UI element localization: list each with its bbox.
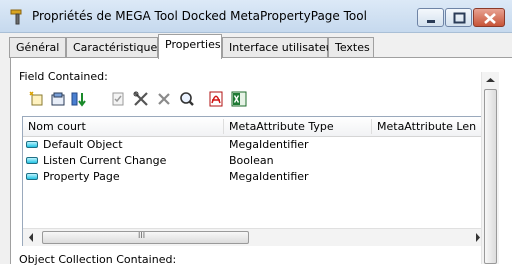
- column-header-nom-court[interactable]: Nom court: [28, 120, 86, 133]
- row-name: Property Page: [43, 170, 120, 183]
- tab-label: Général: [16, 41, 60, 54]
- column-header-metaattribute-length[interactable]: MetaAttribute Len: [377, 120, 476, 133]
- horizontal-scroll-thumb[interactable]: III: [42, 231, 249, 244]
- field-contained-list[interactable]: Nom court MetaAttribute Type MetaAttribu…: [22, 116, 487, 246]
- table-row[interactable]: Default Object MegaIdentifier: [23, 137, 486, 153]
- new-icon[interactable]: [27, 90, 45, 108]
- scroll-grip: III: [138, 231, 146, 240]
- tab-general[interactable]: Général: [9, 37, 66, 57]
- properties-panel: Field Contained: Nom court MetaAttribute…: [10, 58, 512, 266]
- minimize-icon: [427, 20, 435, 23]
- table-row[interactable]: Listen Current Change Boolean: [23, 153, 486, 169]
- row-name: Default Object: [43, 138, 123, 151]
- title-bar[interactable]: Propriétés de MEGA Tool Docked MetaPrope…: [0, 0, 512, 33]
- tab-label: Caractéristiques: [73, 41, 163, 54]
- vertical-scroll-thumb[interactable]: [484, 89, 497, 264]
- list-header: Nom court MetaAttribute Type MetaAttribu…: [23, 117, 486, 137]
- column-divider[interactable]: [223, 119, 224, 134]
- window-title: Propriétés de MEGA Tool Docked MetaPrope…: [32, 9, 367, 23]
- tools-icon[interactable]: [132, 90, 150, 108]
- tab-textes[interactable]: Textes: [328, 37, 374, 57]
- table-row[interactable]: Property Page MegaIdentifier: [23, 169, 486, 185]
- tab-strip: Général Caractéristiques Properties Inte…: [0, 34, 512, 59]
- tab-interface-utilisateur[interactable]: Interface utilisateur: [222, 37, 337, 57]
- maximize-icon: [453, 12, 466, 24]
- close-icon: [484, 13, 496, 24]
- tool-icon: [10, 9, 22, 25]
- minimize-button[interactable]: [417, 8, 444, 27]
- field-contained-label: Field Contained:: [19, 70, 108, 83]
- tab-label: Textes: [335, 41, 370, 54]
- scroll-left-icon[interactable]: [23, 229, 40, 246]
- reorder-icon[interactable]: [69, 90, 87, 108]
- column-divider[interactable]: [371, 119, 372, 134]
- maximize-button[interactable]: [445, 8, 472, 27]
- close-button[interactable]: [473, 8, 505, 27]
- object-icon: [26, 173, 38, 180]
- tab-label: Interface utilisateur: [229, 41, 338, 54]
- tab-properties[interactable]: Properties: [158, 34, 222, 59]
- column-header-metaattribute-type[interactable]: MetaAttribute Type: [229, 120, 334, 133]
- delete-icon[interactable]: [155, 90, 173, 108]
- tab-caracteristiques[interactable]: Caractéristiques: [66, 37, 163, 57]
- object-collection-label: Object Collection Contained:: [19, 253, 177, 266]
- vertical-scrollbar[interactable]: [481, 72, 499, 264]
- find-icon[interactable]: [178, 90, 196, 108]
- properties-window: Propriétés de MEGA Tool Docked MetaPrope…: [0, 0, 512, 266]
- row-type: MegaIdentifier: [229, 170, 309, 183]
- horizontal-scrollbar[interactable]: III: [23, 228, 486, 246]
- excel-icon[interactable]: [230, 90, 248, 108]
- check-icon[interactable]: [109, 90, 127, 108]
- object-icon: [26, 141, 38, 148]
- row-type: Boolean: [229, 154, 274, 167]
- row-type: MegaIdentifier: [229, 138, 309, 151]
- connect-icon[interactable]: [49, 90, 67, 108]
- tab-label: Properties: [165, 38, 221, 51]
- scroll-up-icon[interactable]: [482, 72, 499, 89]
- pdf-icon[interactable]: [207, 90, 225, 108]
- object-icon: [26, 157, 38, 164]
- row-name: Listen Current Change: [43, 154, 167, 167]
